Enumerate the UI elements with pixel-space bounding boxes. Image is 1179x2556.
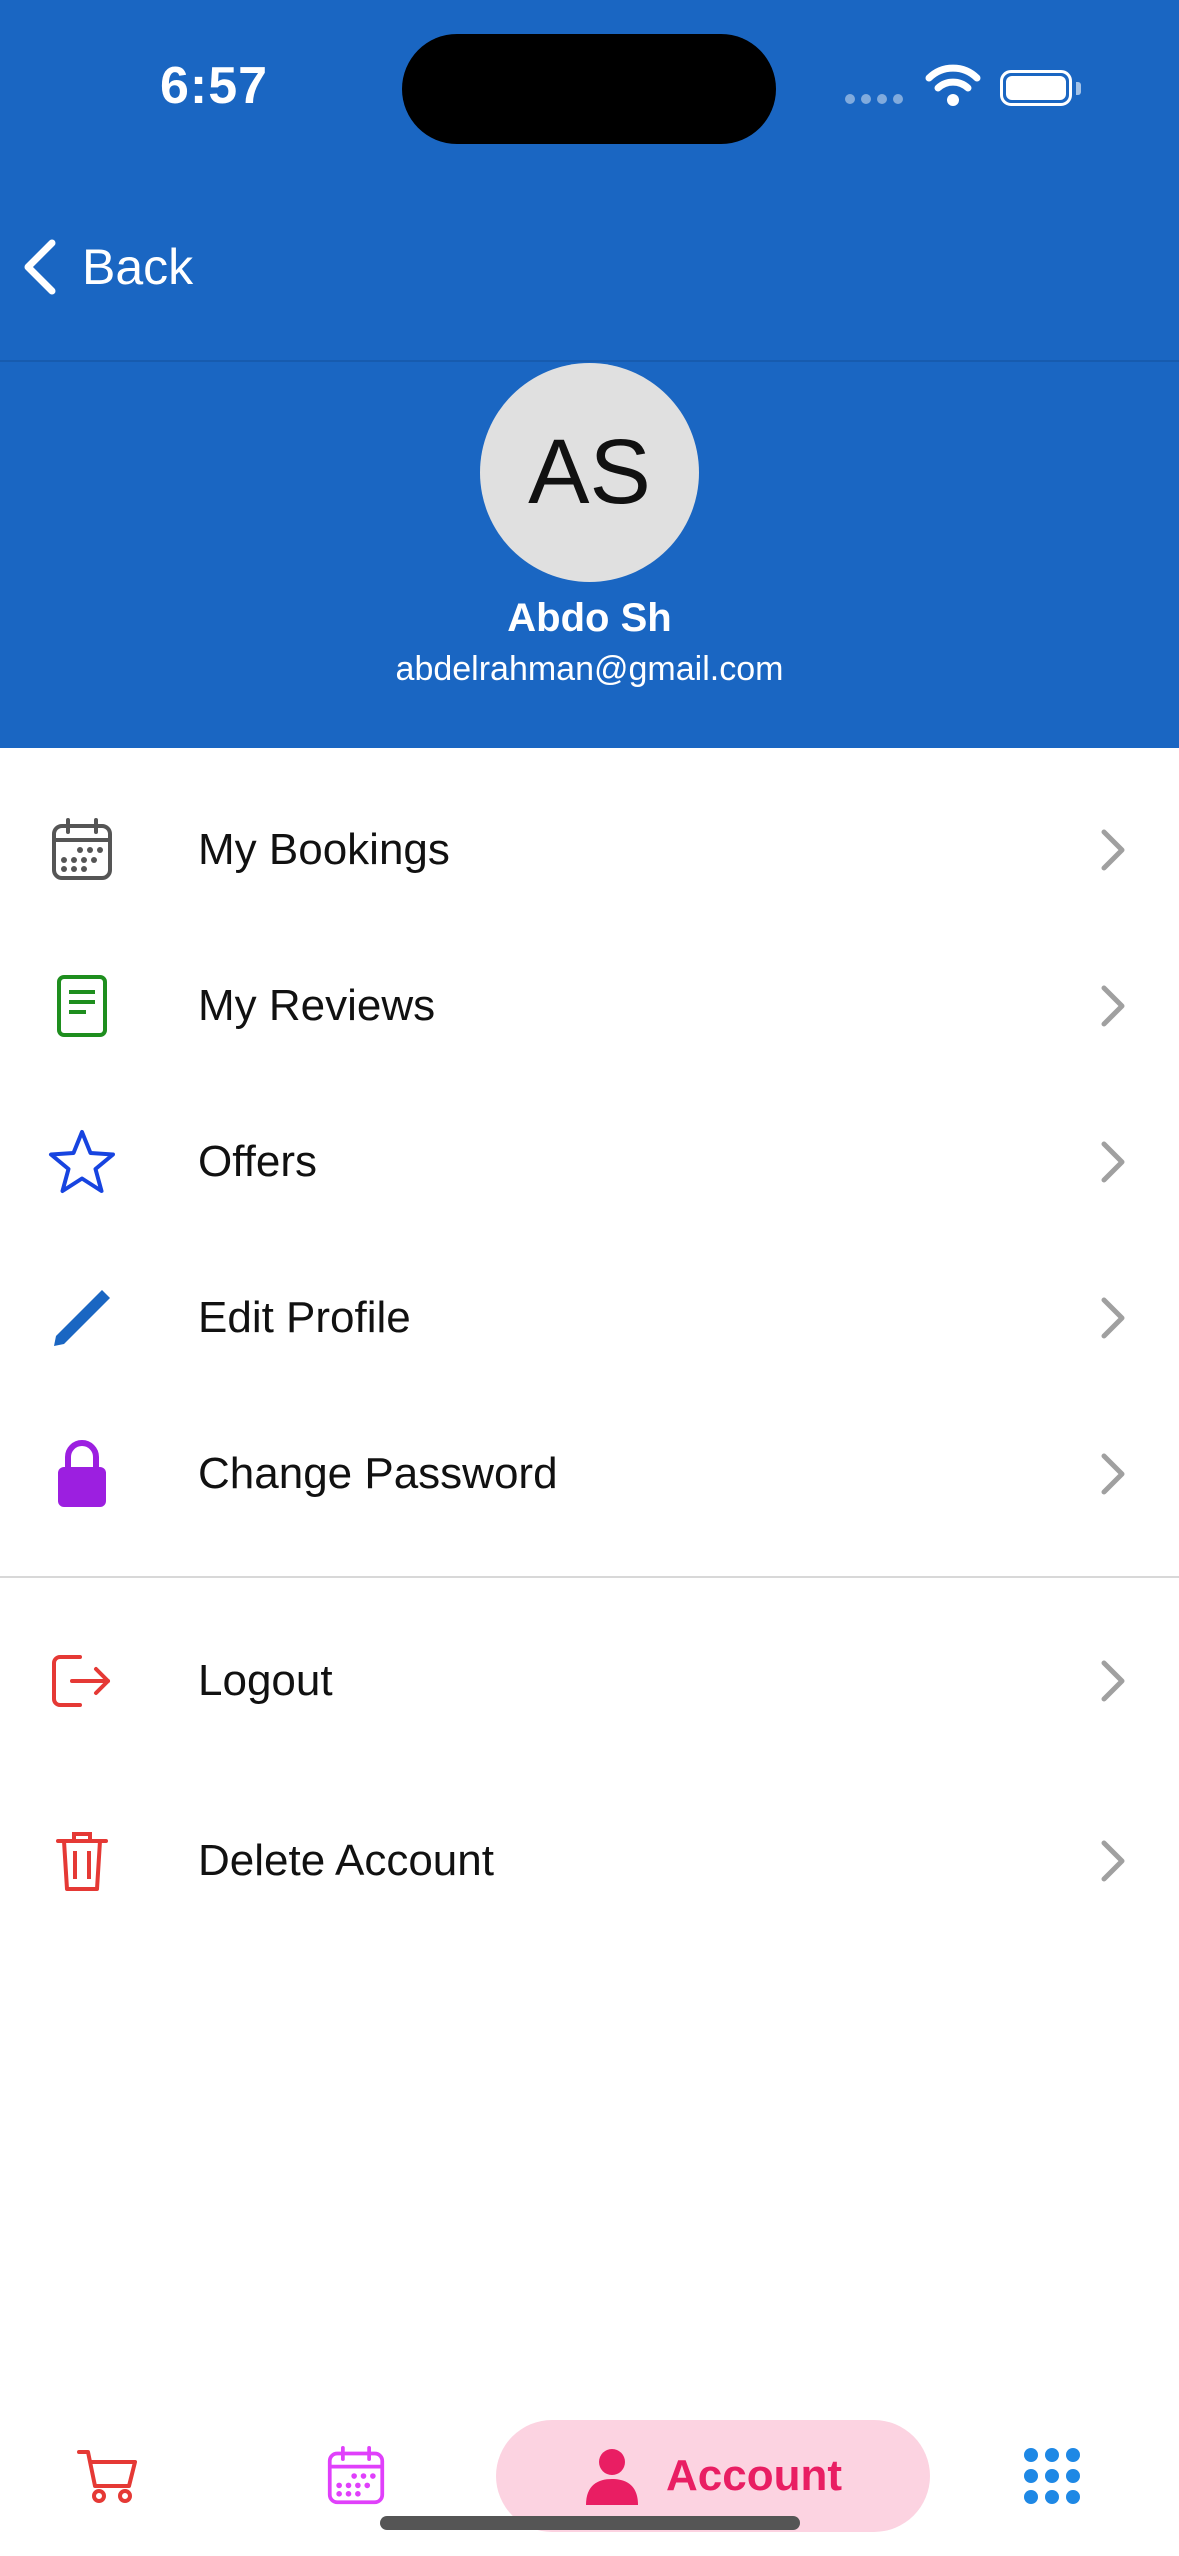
chevron-right-icon xyxy=(1101,1297,1125,1339)
profile-header: 6:57 Back AS Abdo Sh abdelrahman@gmail.c… xyxy=(0,0,1179,748)
tab-account-label: Account xyxy=(666,2451,842,2500)
avatar-initials: AS xyxy=(528,421,651,523)
logout-icon xyxy=(40,1639,124,1723)
nav-divider xyxy=(0,360,1179,362)
calendar-icon xyxy=(40,808,124,892)
chevron-right-icon xyxy=(1101,1840,1125,1882)
document-icon xyxy=(40,964,124,1048)
menu-item-delete-account[interactable]: Delete Account xyxy=(0,1796,1179,1926)
menu-item-my-bookings[interactable]: My Bookings xyxy=(0,785,1179,915)
menu-item-offers[interactable]: Offers xyxy=(0,1097,1179,1227)
back-label: Back xyxy=(82,239,194,295)
tab-cart[interactable] xyxy=(60,2434,156,2518)
section-divider xyxy=(0,1576,1179,1578)
cart-icon xyxy=(77,2450,137,2503)
menu-item-my-reviews[interactable]: My Reviews xyxy=(0,941,1179,1071)
back-button[interactable]: Back xyxy=(22,232,193,302)
menu-label: Edit Profile xyxy=(198,1293,411,1342)
home-indicator xyxy=(380,2516,800,2530)
lock-icon xyxy=(40,1432,124,1516)
chevron-right-icon xyxy=(1101,1141,1125,1183)
menu-label: Logout xyxy=(198,1656,333,1705)
status-icons xyxy=(845,60,1085,110)
chevron-right-icon xyxy=(1101,1453,1125,1495)
chevron-right-icon xyxy=(1101,829,1125,871)
menu-label: Delete Account xyxy=(198,1836,494,1885)
dynamic-island xyxy=(402,34,776,144)
menu-label: Offers xyxy=(198,1137,318,1186)
tab-more[interactable] xyxy=(1004,2434,1100,2518)
pencil-icon xyxy=(40,1276,124,1360)
battery-icon xyxy=(1000,70,1072,106)
grid-icon xyxy=(1024,2448,1080,2504)
user-email: abdelrahman@gmail.com xyxy=(395,650,784,688)
bottom-tab-bar: Account xyxy=(0,2400,1179,2556)
menu-item-logout[interactable]: Logout xyxy=(0,1616,1179,1746)
chevron-right-icon xyxy=(1101,985,1125,1027)
status-time: 6:57 xyxy=(160,57,269,115)
menu-label: Change Password xyxy=(198,1449,558,1498)
calendar-icon xyxy=(327,2446,385,2505)
chevron-left-icon xyxy=(24,239,56,295)
user-name: Abdo Sh xyxy=(507,596,672,640)
menu-item-edit-profile[interactable]: Edit Profile xyxy=(0,1253,1179,1383)
chevron-right-icon xyxy=(1101,1660,1125,1702)
wifi-icon xyxy=(925,64,981,106)
menu-item-change-password[interactable]: Change Password xyxy=(0,1409,1179,1539)
avatar: AS xyxy=(480,363,699,582)
menu-label: My Bookings xyxy=(198,825,450,874)
tab-bookings[interactable] xyxy=(308,2434,404,2518)
trash-icon xyxy=(40,1819,124,1903)
person-icon xyxy=(586,2449,638,2505)
menu-label: My Reviews xyxy=(198,981,436,1030)
signal-icon xyxy=(845,94,903,104)
star-icon xyxy=(40,1120,124,1204)
